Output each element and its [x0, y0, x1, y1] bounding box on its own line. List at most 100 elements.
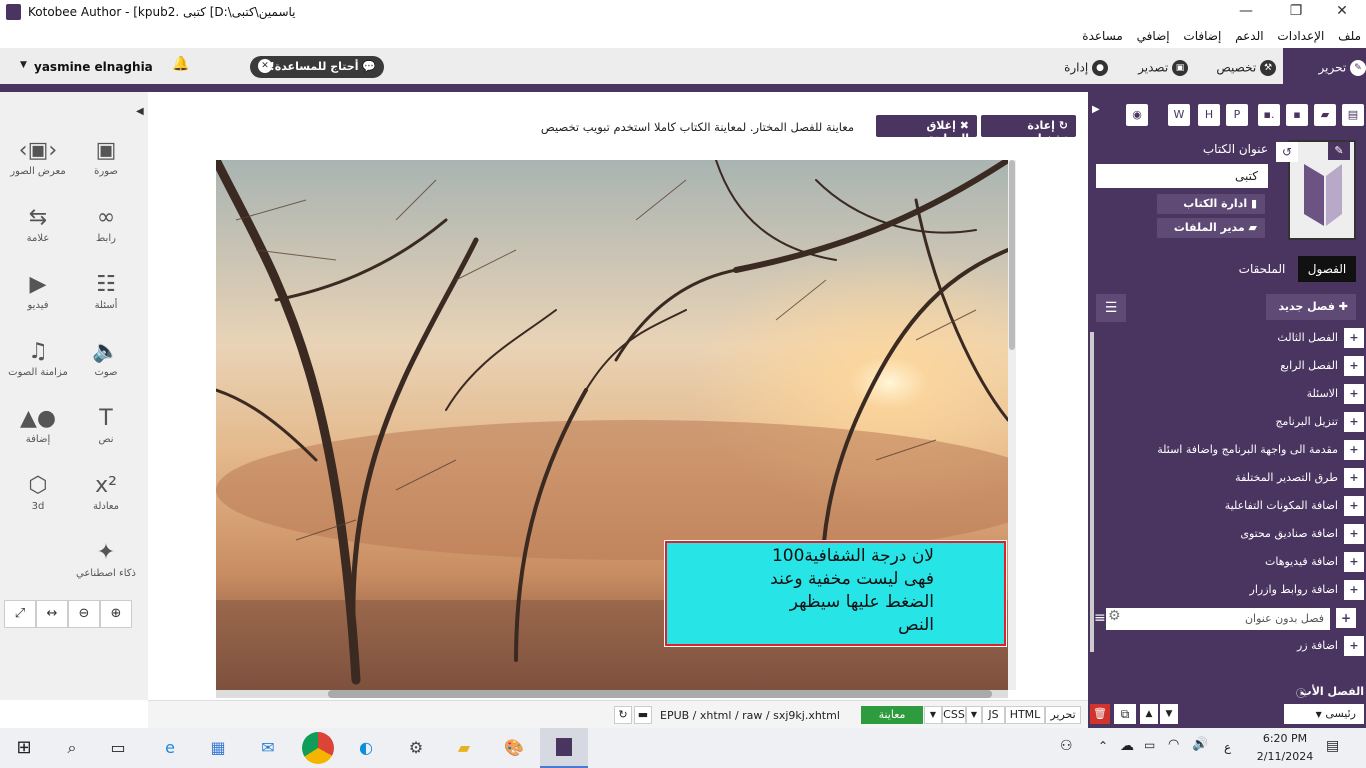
plus-icon[interactable]: +: [1344, 636, 1364, 656]
new-chapter-button[interactable]: ✚ فصل جديد: [1266, 294, 1356, 320]
dropdown-icon[interactable]: ▼: [966, 706, 982, 724]
windows-start-icon[interactable]: ⊞: [8, 732, 40, 764]
refresh-icon[interactable]: ↻: [614, 706, 632, 724]
edit-tab[interactable]: تحرير: [1045, 706, 1081, 724]
volume-icon[interactable]: 🔊: [1192, 737, 1208, 752]
tool-video[interactable]: ▶ فيديو: [6, 262, 70, 326]
chapter-item[interactable]: + اضافة زر: [1106, 636, 1364, 658]
trash-icon[interactable]: 🗑: [1090, 704, 1110, 724]
tool-equation[interactable]: x² معادلة: [74, 463, 138, 527]
user-name[interactable]: yasmine elnaghia: [34, 60, 153, 74]
file-manager-button[interactable]: ▰ مدير الملفات: [1157, 218, 1265, 238]
clock-date[interactable]: 2/11/2024: [1250, 750, 1320, 763]
reset-icon[interactable]: ↺: [1276, 142, 1298, 162]
maximize-button[interactable]: ❐: [1276, 0, 1316, 24]
battery-icon[interactable]: ▭: [1144, 738, 1155, 752]
task-view-icon[interactable]: ▭: [102, 732, 134, 764]
plus-icon[interactable]: +: [1344, 524, 1364, 544]
minimize-button[interactable]: —: [1226, 0, 1266, 24]
tool-image[interactable]: ▣ صورة: [74, 128, 138, 192]
chapter-item[interactable]: + طرق التصدير المختلفة: [1106, 468, 1364, 490]
tool-text[interactable]: T نص: [74, 396, 138, 460]
language-indicator[interactable]: ع: [1224, 740, 1231, 754]
tab-export[interactable]: ▣ تصدير: [1116, 48, 1188, 84]
chapter-item[interactable]: + الفصل الرابع: [1106, 356, 1364, 378]
tab-customize[interactable]: ⚒ تخصيص: [1196, 48, 1276, 84]
save-icon[interactable]: ▪: [1286, 104, 1308, 126]
people-icon[interactable]: ⚇: [1060, 738, 1073, 754]
plus-icon[interactable]: +: [1344, 356, 1364, 376]
tool-audio-sync[interactable]: ♫ مزامنة الصوت: [6, 329, 70, 393]
collapse-arrow-icon[interactable]: ◀: [136, 106, 144, 117]
tool-widget[interactable]: ▲● إضافة: [6, 396, 70, 460]
plus-icon[interactable]: +: [1344, 440, 1364, 460]
tool-magic-wand[interactable]: ✦ ذكاء اصطناعي: [74, 530, 138, 594]
chapter-item[interactable]: + مقدمة الى واجهة البرنامج واضافة اسئلة: [1106, 440, 1364, 462]
menu-icon[interactable]: ☰: [1096, 294, 1126, 322]
fullscreen-icon[interactable]: ⤢: [4, 600, 36, 628]
plus-icon[interactable]: +: [1344, 552, 1364, 572]
user-dropdown-icon[interactable]: ▼: [20, 60, 27, 70]
tool-questions[interactable]: ☷ أسئلة: [74, 262, 138, 326]
dropdown-icon[interactable]: ▼: [924, 706, 942, 724]
chapter-title-input[interactable]: فصل بدون عنوان: [1106, 608, 1330, 630]
cloud-icon[interactable]: ☁: [1120, 738, 1134, 754]
globe-icon[interactable]: ◉: [1126, 104, 1148, 126]
new-file-icon[interactable]: ▤: [1342, 104, 1364, 126]
chapter-item[interactable]: + اضافة فيديوهات: [1106, 552, 1364, 574]
rerun-button[interactable]: ↻ إعادة تشغيل: [981, 115, 1076, 145]
preview-vertical-scrollbar[interactable]: [1008, 160, 1016, 690]
tab-edit[interactable]: ✎ تحرير: [1283, 48, 1366, 84]
menu-support[interactable]: الدعم: [1230, 24, 1268, 43]
file-explorer-icon[interactable]: ▰: [448, 732, 480, 764]
chapter-item[interactable]: + اضافة صناديق محتوى: [1106, 524, 1364, 546]
tool-bookmark[interactable]: ⇆ علامة: [6, 195, 70, 259]
html-file-icon[interactable]: H: [1198, 104, 1220, 126]
menu-settings[interactable]: الإعدادات: [1272, 24, 1329, 43]
parent-select[interactable]: رئيسى ▼: [1284, 704, 1364, 724]
chapter-item[interactable]: + الفصل الثالث: [1106, 328, 1364, 350]
plus-icon[interactable]: +: [1344, 384, 1364, 404]
tool-audio[interactable]: 🔈 صوت: [74, 329, 138, 393]
preview-button[interactable]: معاينة: [861, 706, 923, 724]
tab-manage[interactable]: ● إدارة: [1036, 48, 1108, 84]
gear-icon[interactable]: ⚙: [1108, 608, 1121, 624]
manage-book-button[interactable]: ▮ ادارة الكتاب: [1157, 194, 1265, 214]
js-tab[interactable]: JS: [982, 706, 1005, 724]
drag-handle-icon[interactable]: ≡: [1094, 610, 1106, 626]
store-icon[interactable]: ▦: [202, 732, 234, 764]
folder-icon[interactable]: ▬: [634, 706, 652, 724]
add-chapter-plus[interactable]: +: [1336, 608, 1356, 628]
duplicate-icon[interactable]: ⧉: [1114, 704, 1136, 724]
text-callout-box[interactable]: لان درجة الشفافية100 فهى ليست مخفية وعند…: [664, 540, 1007, 647]
plus-icon[interactable]: +: [1344, 412, 1364, 432]
close-help-icon[interactable]: ✕: [258, 59, 272, 73]
tool-cube[interactable]: ⬡ 3d: [6, 463, 70, 527]
mail-icon[interactable]: ✉: [252, 732, 284, 764]
wifi-icon[interactable]: ◠: [1168, 737, 1179, 752]
html-tab[interactable]: HTML: [1005, 706, 1045, 724]
chrome-icon[interactable]: [302, 732, 334, 764]
plus-icon[interactable]: +: [1344, 468, 1364, 488]
app-icon[interactable]: ⚙: [400, 732, 432, 764]
chapter-item[interactable]: + تنزيل البرنامج: [1106, 412, 1364, 434]
kotobee-taskbar-icon[interactable]: [540, 728, 588, 768]
open-folder-icon[interactable]: ▰: [1314, 104, 1336, 126]
clock-time[interactable]: 6:20 PM: [1250, 732, 1320, 745]
menu-file[interactable]: ملف: [1333, 24, 1366, 43]
paint-icon[interactable]: 🎨: [498, 732, 530, 764]
move-up-icon[interactable]: ▲: [1140, 704, 1158, 724]
tool-gallery[interactable]: ‹▣› معرض الصور: [6, 128, 70, 192]
help-button[interactable]: 💬 أحتاج للمساعدة! ✕: [250, 56, 384, 78]
pdf-icon[interactable]: P: [1226, 104, 1248, 126]
preview-horizontal-scrollbar[interactable]: [216, 690, 1008, 698]
chapter-item[interactable]: + الاسئلة: [1106, 384, 1364, 406]
chevron-up-icon[interactable]: ⌃: [1098, 739, 1108, 753]
zoom-in-icon[interactable]: ⊕: [100, 600, 132, 628]
fit-width-icon[interactable]: ↔: [36, 600, 68, 628]
plus-icon[interactable]: +: [1344, 496, 1364, 516]
info-icon[interactable]: ⓘ: [1296, 685, 1306, 700]
menu-extensions[interactable]: إضافات: [1178, 24, 1226, 43]
move-down-icon[interactable]: ▼: [1160, 704, 1178, 724]
word-icon[interactable]: W: [1168, 104, 1190, 126]
